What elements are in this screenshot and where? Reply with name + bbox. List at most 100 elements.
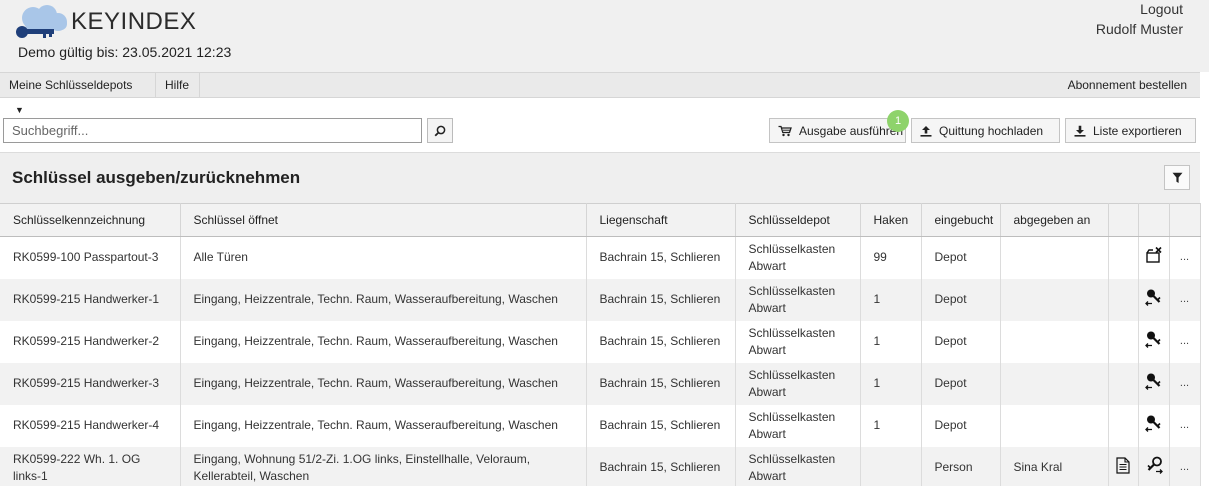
cell-action[interactable] bbox=[1138, 236, 1170, 279]
cell-abgegeben: Sina Kral bbox=[1000, 446, 1109, 486]
key-issue-icon[interactable] bbox=[1144, 330, 1163, 348]
cell-eingebucht: Depot bbox=[921, 320, 1001, 363]
filter-button[interactable] bbox=[1164, 165, 1190, 190]
filter-icon bbox=[1172, 172, 1182, 183]
nav-item-depots[interactable]: Meine Schlüsseldepots▼ bbox=[0, 73, 156, 115]
panel-header: Schlüssel ausgeben/zurücknehmen bbox=[0, 152, 1200, 203]
quittung-hochladen-label: Quittung hochladen bbox=[939, 123, 1044, 138]
cell-document bbox=[1108, 362, 1139, 405]
cell-depot: Schlüsselkasten Abwart bbox=[735, 320, 861, 363]
ausgabe-ausfuehren-button[interactable]: Ausgabe ausführen bbox=[769, 118, 906, 143]
cell-eingebucht: Person bbox=[921, 446, 1001, 486]
cell-abgegeben bbox=[1000, 404, 1109, 447]
row-more-button[interactable]: ... bbox=[1169, 278, 1201, 321]
table-row[interactable]: RK0599-215 Handwerker-2 Eingang, Heizzen… bbox=[0, 320, 1201, 363]
user-name: Rudolf Muster bbox=[1095, 21, 1183, 37]
cell-oeffnet: Eingang, Heizzentrale, Techn. Raum, Wass… bbox=[180, 362, 587, 405]
cell-action[interactable] bbox=[1138, 362, 1170, 405]
cell-liegenschaft: Bachrain 15, Schlieren bbox=[586, 404, 736, 447]
liste-exportieren-button[interactable]: Liste exportieren bbox=[1065, 118, 1196, 143]
search-icon bbox=[434, 125, 446, 136]
cell-depot: Schlüsselkasten Abwart bbox=[735, 278, 861, 321]
download-icon bbox=[1074, 125, 1086, 137]
column-header-liegenschaft[interactable]: Liegenschaft bbox=[586, 203, 736, 237]
search-input[interactable] bbox=[3, 118, 422, 143]
cell-haken: 1 bbox=[860, 320, 922, 363]
cell-oeffnet: Eingang, Heizzentrale, Techn. Raum, Wass… bbox=[180, 278, 587, 321]
cell-liegenschaft: Bachrain 15, Schlieren bbox=[586, 446, 736, 486]
column-header-oeffnet[interactable]: Schlüssel öffnet bbox=[180, 203, 587, 237]
cell-kennzeichnung: RK0599-215 Handwerker-3 bbox=[0, 362, 181, 405]
cell-action[interactable] bbox=[1138, 446, 1170, 486]
table-row[interactable]: RK0599-215 Handwerker-4 Eingang, Heizzen… bbox=[0, 404, 1201, 447]
upload-icon bbox=[920, 125, 932, 137]
cell-liegenschaft: Bachrain 15, Schlieren bbox=[586, 320, 736, 363]
document-icon[interactable] bbox=[1116, 456, 1130, 474]
table-header-row: Schlüsselkennzeichnung Schlüssel öffnet … bbox=[0, 203, 1201, 237]
cell-kennzeichnung: RK0599-222 Wh. 1. OG links-1 bbox=[0, 446, 181, 486]
cell-haken: 1 bbox=[860, 404, 922, 447]
column-header-depot[interactable]: Schlüsseldepot bbox=[735, 203, 861, 237]
cell-kennzeichnung: RK0599-215 Handwerker-4 bbox=[0, 404, 181, 447]
cell-document bbox=[1108, 320, 1139, 363]
cell-haken bbox=[860, 446, 922, 486]
cell-action[interactable] bbox=[1138, 320, 1170, 363]
cell-action[interactable] bbox=[1138, 278, 1170, 321]
column-header-eingebucht[interactable]: eingebucht bbox=[921, 203, 1001, 237]
liste-exportieren-label: Liste exportieren bbox=[1093, 123, 1182, 138]
row-more-button[interactable]: ... bbox=[1169, 362, 1201, 405]
cell-kennzeichnung: RK0599-215 Handwerker-2 bbox=[0, 320, 181, 363]
cell-eingebucht: Depot bbox=[921, 362, 1001, 405]
key-issue-icon[interactable] bbox=[1144, 414, 1163, 432]
nav-item-hilfe[interactable]: Hilfe bbox=[156, 73, 200, 98]
cell-depot: Schlüsselkasten Abwart bbox=[735, 236, 861, 279]
column-header-kennzeichnung[interactable]: Schlüsselkennzeichnung bbox=[0, 203, 181, 237]
cart-icon bbox=[778, 125, 792, 136]
cell-action[interactable] bbox=[1138, 404, 1170, 447]
logout-link[interactable]: Logout bbox=[1140, 1, 1183, 17]
cell-oeffnet: Alle Türen bbox=[180, 236, 587, 279]
column-header-more bbox=[1169, 203, 1201, 237]
cell-abgegeben bbox=[1000, 320, 1109, 363]
cell-abgegeben bbox=[1000, 236, 1109, 279]
column-header-action bbox=[1138, 203, 1170, 237]
key-issue-icon[interactable] bbox=[1144, 372, 1163, 390]
cell-abgegeben bbox=[1000, 278, 1109, 321]
search-button[interactable] bbox=[427, 118, 453, 143]
row-more-button[interactable]: ... bbox=[1169, 446, 1201, 486]
key-return-icon[interactable] bbox=[1145, 456, 1163, 474]
cell-document bbox=[1108, 236, 1139, 279]
table-row[interactable]: RK0599-215 Handwerker-1 Eingang, Heizzen… bbox=[0, 278, 1201, 321]
cell-kennzeichnung: RK0599-100 Passpartout-3 bbox=[0, 236, 181, 279]
table-row[interactable]: RK0599-222 Wh. 1. OG links-1 Eingang, Wo… bbox=[0, 446, 1201, 486]
cell-depot: Schlüsselkasten Abwart bbox=[735, 404, 861, 447]
cart-count-badge: 1 bbox=[887, 110, 909, 132]
table-row[interactable]: RK0599-215 Handwerker-3 Eingang, Heizzen… bbox=[0, 362, 1201, 405]
key-unavailable-icon[interactable] bbox=[1145, 246, 1163, 264]
cell-document bbox=[1108, 278, 1139, 321]
cell-depot: Schlüsselkasten Abwart bbox=[735, 362, 861, 405]
cell-kennzeichnung: RK0599-215 Handwerker-1 bbox=[0, 278, 181, 321]
row-more-button[interactable]: ... bbox=[1169, 404, 1201, 447]
cell-eingebucht: Depot bbox=[921, 236, 1001, 279]
column-header-haken[interactable]: Haken bbox=[860, 203, 922, 237]
cell-liegenschaft: Bachrain 15, Schlieren bbox=[586, 362, 736, 405]
column-header-abgegeben[interactable]: abgegeben an bbox=[1000, 203, 1109, 237]
cell-eingebucht: Depot bbox=[921, 404, 1001, 447]
row-more-button[interactable]: ... bbox=[1169, 320, 1201, 363]
cell-depot: Schlüsselkasten Abwart bbox=[735, 446, 861, 486]
nav-item-abonnement[interactable]: Abonnement bestellen bbox=[1068, 73, 1200, 98]
cell-document[interactable] bbox=[1108, 446, 1139, 486]
app-header: KEYINDEX Demo gültig bis: 23.05.2021 12:… bbox=[0, 0, 1209, 72]
column-header-document bbox=[1108, 203, 1139, 237]
brand-name: KEYINDEX bbox=[71, 8, 197, 35]
table-row[interactable]: RK0599-100 Passpartout-3 Alle Türen Bach… bbox=[0, 236, 1201, 279]
cell-haken: 1 bbox=[860, 362, 922, 405]
row-more-button[interactable]: ... bbox=[1169, 236, 1201, 279]
cell-oeffnet: Eingang, Heizzentrale, Techn. Raum, Wass… bbox=[180, 404, 587, 447]
quittung-hochladen-button[interactable]: Quittung hochladen bbox=[911, 118, 1060, 143]
cell-oeffnet: Eingang, Wohnung 51/2-Zi. 1.OG links, Ei… bbox=[180, 446, 587, 486]
main-nav: Meine Schlüsseldepots▼ Hilfe Abonnement … bbox=[0, 72, 1200, 115]
key-issue-icon[interactable] bbox=[1144, 288, 1163, 306]
keys-table: Schlüsselkennzeichnung Schlüssel öffnet … bbox=[0, 203, 1201, 486]
